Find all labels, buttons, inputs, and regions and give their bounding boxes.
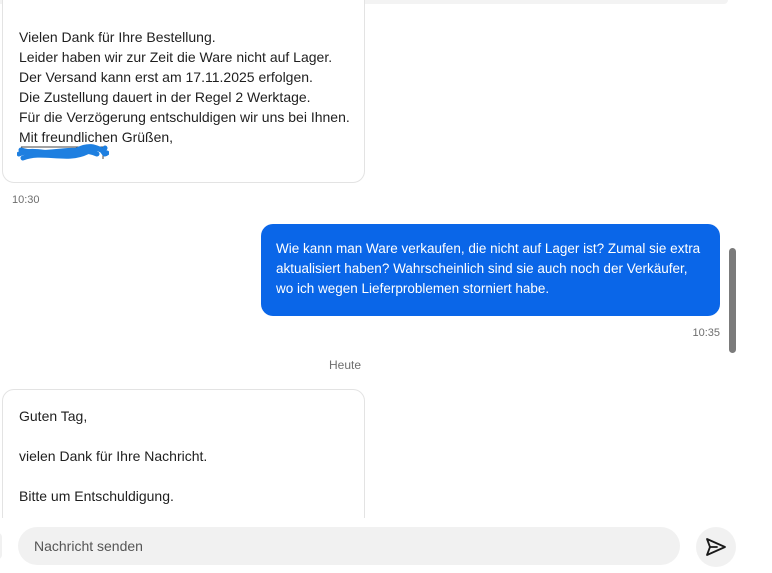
day-separator: Heute	[329, 358, 362, 372]
message-line: Leider haben wir zur Zeit die Ware nicht…	[19, 49, 333, 65]
send-button[interactable]	[696, 527, 736, 567]
message-text: Wie kann man Ware verkaufen, die nicht a…	[276, 241, 701, 296]
scrollbar-thumb[interactable]	[729, 248, 736, 353]
message-line: Vielen Dank für Ihre Bestellung.	[19, 29, 216, 45]
message-line: Die Zustellung dauert in der Regel 2 Wer…	[19, 89, 311, 105]
message-timestamp: 10:30	[12, 194, 40, 206]
incoming-message: Guten Tag, vielen Dank für Ihre Nachrich…	[2, 389, 365, 529]
attach-handle[interactable]	[0, 533, 2, 559]
redaction-scribble	[17, 144, 109, 161]
incoming-message: Vielen Dank für Ihre Bestellung. Leider …	[2, 0, 365, 183]
message-timestamp: 10:35	[692, 327, 720, 339]
message-line: Der Versand kann erst am 17.11.2025 erfo…	[19, 69, 313, 85]
message-line: Bitte um Entschuldigung.	[19, 488, 174, 504]
message-input[interactable]	[18, 527, 680, 565]
message-line: vielen Dank für Ihre Nachricht.	[19, 448, 208, 464]
message-line: Guten Tag,	[19, 408, 88, 424]
message-line: Für die Verzögerung entschuldigen wir un…	[19, 109, 350, 125]
send-icon	[706, 538, 726, 556]
outgoing-message: Wie kann man Ware verkaufen, die nicht a…	[261, 224, 720, 316]
